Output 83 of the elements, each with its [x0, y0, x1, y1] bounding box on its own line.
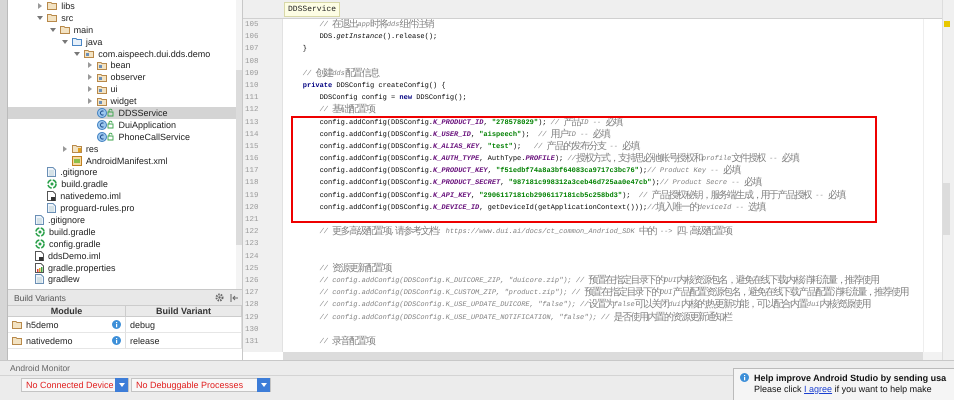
resource-folder-icon [72, 144, 82, 154]
gradle-icon [35, 226, 45, 237]
tree-item[interactable]: widget [8, 95, 236, 108]
expand-arrow-icon[interactable] [37, 14, 44, 21]
agree-link[interactable]: I agree [804, 384, 832, 394]
tree-item[interactable]: DDSService [8, 107, 236, 119]
tree-item[interactable]: main [8, 24, 236, 36]
tree-item[interactable]: build.gradle [8, 178, 236, 190]
tree-item[interactable]: java [8, 36, 236, 48]
info-icon[interactable] [740, 373, 749, 382]
expand-arrow-icon[interactable] [50, 26, 56, 33]
tree-item[interactable]: gradlew [8, 273, 236, 286]
info-icon[interactable] [112, 336, 121, 345]
scrollbar-thumb[interactable] [236, 70, 242, 245]
package-folder-icon [96, 96, 106, 106]
tree-item[interactable]: .gitignore [8, 166, 236, 178]
expand-arrow-icon[interactable] [86, 86, 92, 92]
tree-item[interactable]: nativedemo.iml [8, 190, 236, 202]
expand-arrow-icon[interactable] [62, 146, 68, 152]
scrollbar-thumb[interactable] [943, 183, 950, 235]
expand-arrow-icon[interactable] [86, 98, 92, 104]
expand-arrow-icon[interactable] [37, 2, 44, 9]
manifest-icon [72, 156, 82, 166]
scrollbar-thumb[interactable] [283, 352, 923, 360]
expand-arrow-icon[interactable] [62, 38, 68, 45]
tree-item[interactable]: AndroidManifest.xml [8, 154, 236, 166]
panel-title: Android Monitor [10, 363, 70, 373]
notification-message: Please click I agree if you want to help make [754, 384, 933, 394]
gradle-icon [47, 179, 58, 190]
tree-item[interactable]: ddsDemo.iml [8, 250, 236, 262]
expand-arrow-icon[interactable] [86, 74, 92, 80]
tree-item[interactable]: ui [8, 83, 236, 96]
build-variant[interactable]: debug [130, 320, 156, 330]
tree-item[interactable]: proguard-rules.pro [8, 202, 236, 214]
folder-icon [72, 37, 82, 46]
tree-item[interactable]: DuiApplication [8, 118, 236, 131]
tree-item[interactable]: com.aispeech.dui.dds.demo [8, 48, 236, 60]
editor-tab[interactable]: DDSService [284, 2, 340, 16]
settings-icon[interactable] [215, 293, 224, 302]
file-icon [35, 214, 44, 225]
tree-item[interactable]: bean [8, 59, 236, 72]
caret-icon [260, 383, 266, 387]
folder-icon [47, 13, 58, 22]
gradle-icon [35, 238, 45, 249]
panel-title: Build Variants [14, 292, 66, 302]
folder-icon [60, 25, 70, 34]
package-folder-icon [96, 84, 106, 94]
tree-item[interactable]: observer [8, 71, 236, 84]
info-icon[interactable] [112, 320, 121, 329]
class-icon [96, 120, 114, 130]
device-dropdown[interactable]: No Connected Device [21, 378, 129, 392]
class-icon [96, 108, 114, 118]
tree-item[interactable]: src [8, 12, 236, 24]
caret-icon [118, 383, 124, 387]
tree-item[interactable]: gradle.properties [8, 262, 236, 274]
tree-item[interactable]: res [8, 142, 236, 155]
module-name: h5demo [26, 320, 60, 330]
properties-file-icon [35, 262, 44, 273]
file-icon [47, 191, 56, 202]
column-header[interactable]: Build Variant [126, 306, 242, 317]
tree-item[interactable]: config.gradle [8, 238, 236, 250]
expand-arrow-icon[interactable] [74, 50, 80, 56]
column-header[interactable]: Module [8, 306, 126, 317]
tree-item[interactable]: .gitignore [8, 214, 236, 226]
notification-title: Help improve Android Studio by sending usa [754, 373, 946, 383]
package-folder-icon [84, 49, 94, 58]
class-icon [96, 132, 114, 142]
pin-icon[interactable] [230, 294, 238, 302]
package-folder-icon [96, 72, 106, 82]
tree-item[interactable]: build.gradle [8, 226, 236, 238]
package-folder-icon [96, 60, 106, 70]
folder-icon [47, 1, 58, 10]
file-icon [47, 167, 56, 178]
tree-item[interactable]: libs [8, 0, 236, 12]
module-name: nativedemo [26, 336, 74, 346]
file-icon [35, 274, 44, 284]
warning-marker[interactable] [944, 21, 950, 27]
expand-arrow-icon[interactable] [86, 62, 92, 68]
file-icon [47, 203, 56, 214]
process-dropdown[interactable]: No Debuggable Processes [131, 378, 271, 392]
file-icon [35, 250, 44, 261]
build-variant[interactable]: release [130, 336, 160, 346]
tree-item[interactable]: PhoneCallService [8, 130, 236, 143]
